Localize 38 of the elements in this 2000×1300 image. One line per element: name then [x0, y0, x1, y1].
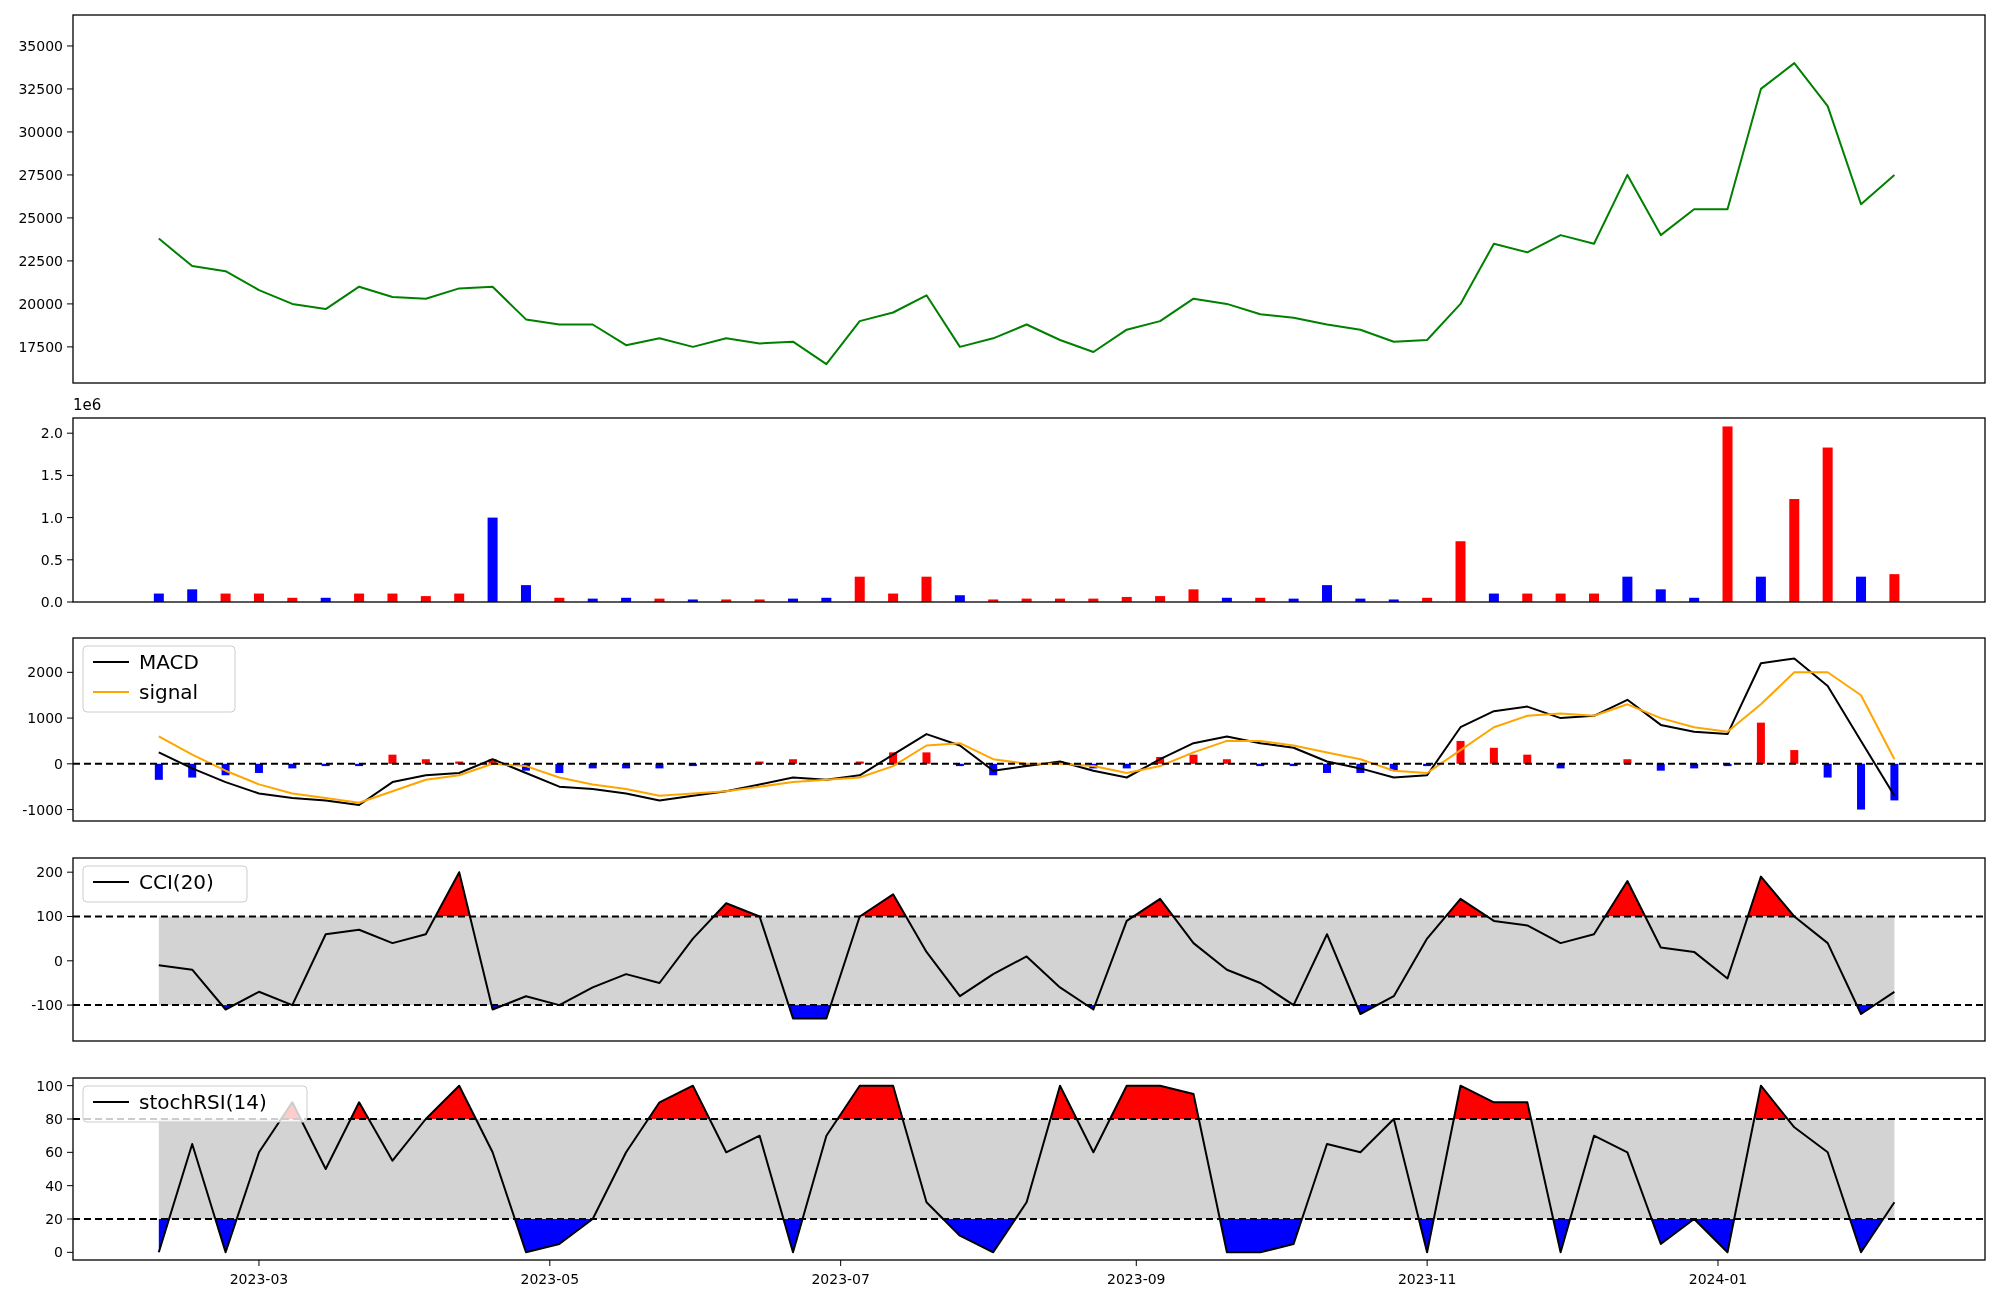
legend-label: signal [139, 680, 199, 704]
y-tick-label: 40 [45, 1177, 63, 1194]
y-tick-label: 0 [54, 755, 63, 772]
y-tick-label: 0 [54, 952, 63, 969]
x-tick-label: 2023-09 [1107, 1271, 1166, 1287]
legend-label: MACD [139, 650, 199, 674]
y-tick-label: 27500 [18, 166, 63, 183]
y-tick-label: 1.0 [40, 509, 63, 526]
y-tick-label: 200 [36, 864, 63, 881]
x-tick-label: 2023-07 [811, 1271, 870, 1287]
y-tick-label: 17500 [18, 338, 63, 355]
x-tick-label: 2023-05 [520, 1271, 580, 1287]
y-tick-label: 30000 [18, 123, 63, 140]
y-tick-label: 2000 [27, 664, 63, 681]
y-tick-label: 32500 [18, 80, 63, 97]
y-tick-label: 100 [36, 908, 63, 925]
y-tick-label: 1000 [27, 710, 63, 727]
y-tick-label: 22500 [18, 252, 63, 269]
y-tick-label: 0 [54, 1244, 63, 1261]
x-tick-label: 2023-11 [1397, 1271, 1457, 1287]
y-tick-label: 25000 [18, 209, 63, 226]
y-tick-label: 1.5 [40, 467, 63, 484]
x-tick-label: 2023-03 [229, 1271, 289, 1287]
y-tick-label: 0.0 [40, 594, 63, 610]
y-tick-label: 2.0 [40, 425, 63, 442]
y-tick-label: 20000 [18, 295, 63, 312]
y-tick-label: -1000 [22, 801, 63, 818]
y-tick-label: 80 [45, 1111, 63, 1127]
legend-label: CCI(20) [139, 870, 214, 894]
y-tick-label: 0.5 [40, 551, 63, 568]
y-tick-label: 20 [45, 1211, 63, 1227]
axis-multiplier-label: 1e6 [73, 396, 102, 414]
x-tick-label: 2024-01 [1688, 1271, 1748, 1287]
y-tick-label: -100 [31, 997, 63, 1014]
legend-label: stochRSI(14) [139, 1090, 267, 1114]
y-tick-label: 35000 [18, 37, 63, 54]
y-tick-label: 60 [45, 1144, 63, 1161]
y-tick-label: 100 [36, 1077, 63, 1094]
